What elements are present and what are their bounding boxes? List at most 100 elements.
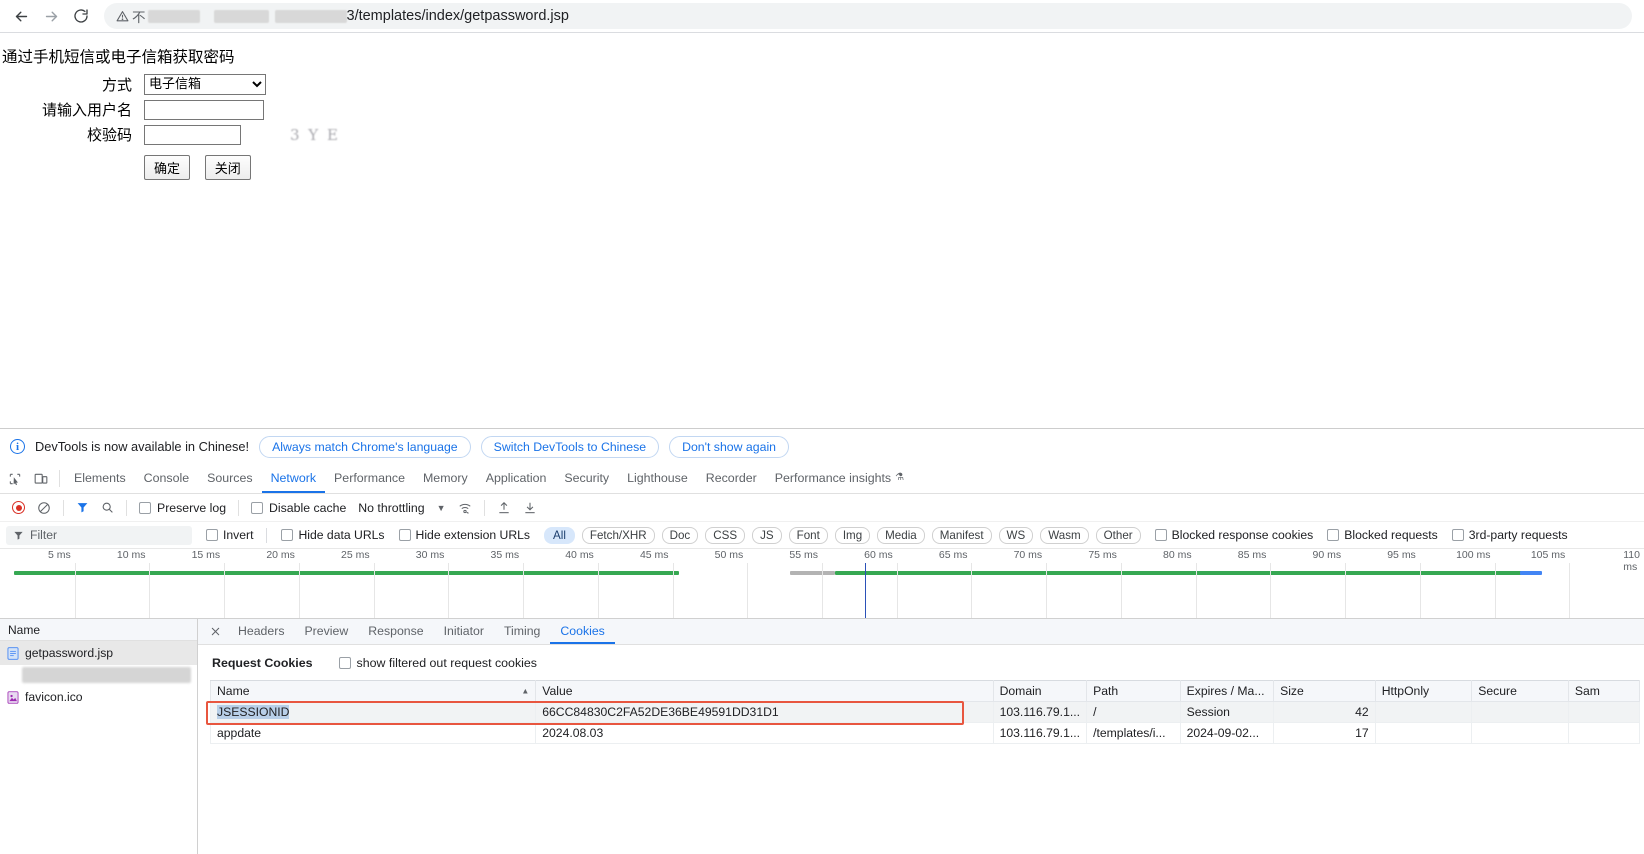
type-filter-font[interactable]: Font	[788, 526, 828, 544]
captcha-image[interactable]: 3 Y E	[290, 126, 340, 144]
detail-tab-response[interactable]: Response	[358, 619, 433, 644]
tab-application[interactable]: Application	[477, 464, 556, 493]
show-filtered-cookies-checkbox[interactable]: show filtered out request cookies	[338, 656, 537, 670]
timeline-tick-line	[1345, 563, 1347, 618]
inspect-element-icon[interactable]	[2, 464, 28, 493]
type-filter-other[interactable]: Other	[1095, 526, 1141, 544]
dont-show-again-button[interactable]: Don't show again	[669, 435, 790, 458]
col-domain[interactable]: Domain	[992, 680, 1088, 702]
type-filter-ws[interactable]: WS	[998, 526, 1034, 544]
preserve-log-checkbox[interactable]: Preserve log	[133, 501, 232, 515]
table-row[interactable]: appdate 2024.08.03 103.116.79.1... /temp…	[209, 722, 1641, 744]
network-conditions-button[interactable]	[452, 501, 478, 515]
cell-name[interactable]: JSESSIONID	[209, 701, 537, 723]
third-party-requests-checkbox[interactable]: 3rd-party requests	[1451, 528, 1568, 542]
tab-label: Application	[485, 470, 547, 485]
col-samesite[interactable]: Sam	[1567, 680, 1641, 702]
chevron-down-icon[interactable]: ▼	[431, 503, 452, 513]
type-filter-wasm[interactable]: Wasm	[1040, 526, 1089, 544]
col-httponly[interactable]: HttpOnly	[1374, 680, 1473, 702]
request-row-favicon[interactable]: favicon.ico	[0, 685, 197, 709]
not-secure-indicator[interactable]: 不	[116, 6, 146, 26]
tab-elements[interactable]: Elements	[65, 464, 135, 493]
tab-performance[interactable]: Performance	[325, 464, 414, 493]
document-icon	[6, 646, 19, 660]
detail-tab-cookies[interactable]: Cookies	[550, 619, 615, 644]
tab-performance-insights[interactable]: Performance insights ⚗	[766, 464, 913, 493]
close-button[interactable]: 关闭	[204, 155, 251, 180]
type-filter-doc[interactable]: Doc	[661, 526, 699, 544]
disable-cache-checkbox[interactable]: Disable cache	[245, 501, 352, 515]
tab-lighthouse[interactable]: Lighthouse	[618, 464, 697, 493]
request-list-header[interactable]: Name	[0, 619, 197, 641]
detail-tab-timing[interactable]: Timing	[494, 619, 550, 644]
forward-button[interactable]	[36, 1, 66, 31]
network-filterbar: Filter Invert Hide data URLs Hide extens…	[0, 522, 1644, 549]
type-filter-css[interactable]: CSS	[705, 526, 746, 544]
username-input[interactable]	[144, 99, 264, 120]
back-button[interactable]	[6, 1, 36, 31]
method-select[interactable]: 电子信箱	[144, 74, 266, 95]
detail-tab-headers[interactable]: Headers	[228, 619, 294, 644]
throttling-select[interactable]: No throttling	[352, 501, 430, 515]
col-expires[interactable]: Expires / Ma...	[1179, 680, 1275, 702]
request-row-redacted[interactable]	[22, 667, 191, 683]
type-filter-img[interactable]: Img	[834, 526, 871, 544]
type-filter-js[interactable]: JS	[752, 526, 782, 544]
col-value[interactable]: Value	[535, 680, 994, 702]
tab-label: Elements	[74, 470, 126, 485]
cookies-header-row: Request Cookies show filtered out reques…	[198, 645, 1644, 680]
tab-memory[interactable]: Memory	[414, 464, 477, 493]
blocked-requests-checkbox[interactable]: Blocked requests	[1327, 528, 1438, 542]
col-label: Expires / Ma...	[1186, 684, 1265, 698]
hide-extension-urls-checkbox[interactable]: Hide extension URLs	[398, 528, 530, 542]
search-input[interactable]: Filter	[6, 525, 192, 545]
cell-samesite	[1567, 701, 1641, 723]
col-name[interactable]: Name ▲	[209, 680, 537, 702]
import-har-button[interactable]	[491, 501, 517, 515]
tab-recorder[interactable]: Recorder	[697, 464, 766, 493]
checkbox-box	[338, 657, 351, 669]
confirm-button[interactable]: 确定	[144, 155, 191, 180]
table-row[interactable]: JSESSIONID 66CC84830C2FA52DE36BE49591DD3…	[209, 701, 1641, 723]
cell-name[interactable]: appdate	[209, 722, 537, 744]
type-filter-all[interactable]: All	[544, 526, 575, 544]
cell-value[interactable]: 2024.08.03	[535, 722, 994, 744]
captcha-input[interactable]	[144, 124, 241, 145]
record-button[interactable]	[6, 501, 31, 514]
col-path[interactable]: Path	[1086, 680, 1181, 702]
col-size[interactable]: Size	[1273, 680, 1376, 702]
tab-security[interactable]: Security	[555, 464, 618, 493]
username-label: 请输入用户名	[41, 101, 132, 119]
detail-tab-preview[interactable]: Preview	[294, 619, 358, 644]
cell-value[interactable]: 66CC84830C2FA52DE36BE49591DD31D1	[535, 701, 994, 723]
switch-to-chinese-button[interactable]: Switch DevTools to Chinese	[480, 435, 660, 458]
tab-sources[interactable]: Sources	[198, 464, 261, 493]
request-row-getpassword[interactable]: getpassword.jsp	[0, 641, 197, 665]
blocked-requests-label: Blocked requests	[1344, 528, 1438, 542]
device-toolbar-icon[interactable]	[28, 464, 54, 493]
address-bar[interactable]: 不 3/templates/index/getpassword.jsp	[104, 3, 1632, 29]
close-icon[interactable]	[202, 619, 228, 644]
network-timeline-overview[interactable]: 5 ms 10 ms 15 ms 20 ms 25 ms 30 ms 35 ms 40 ms 4…	[0, 549, 1644, 619]
timeline-tick-label: 20 ms	[266, 549, 295, 561]
type-filter-media[interactable]: Media	[877, 526, 925, 544]
clear-button[interactable]	[31, 501, 57, 515]
always-match-language-button[interactable]: Always match Chrome's language	[259, 435, 471, 458]
blocked-response-cookies-checkbox[interactable]: Blocked response cookies	[1154, 528, 1313, 542]
reload-button[interactable]	[66, 1, 96, 31]
col-secure[interactable]: Secure	[1471, 680, 1569, 702]
type-filter-fetch-xhr[interactable]: Fetch/XHR	[581, 526, 655, 544]
invert-checkbox[interactable]: Invert	[206, 528, 253, 542]
tab-console[interactable]: Console	[135, 464, 198, 493]
tab-network[interactable]: Network	[261, 464, 326, 493]
type-filter-manifest[interactable]: Manifest	[931, 526, 992, 544]
export-har-button[interactable]	[517, 501, 543, 515]
tab-label: Lighthouse	[627, 470, 688, 485]
devtools-panel: i DevTools is now available in Chinese! …	[0, 428, 1644, 854]
tab-label: Response	[368, 623, 424, 638]
search-button[interactable]	[95, 501, 120, 514]
filter-toggle-button[interactable]	[70, 501, 95, 514]
detail-tab-initiator[interactable]: Initiator	[434, 619, 494, 644]
hide-data-urls-checkbox[interactable]: Hide data URLs	[281, 528, 385, 542]
